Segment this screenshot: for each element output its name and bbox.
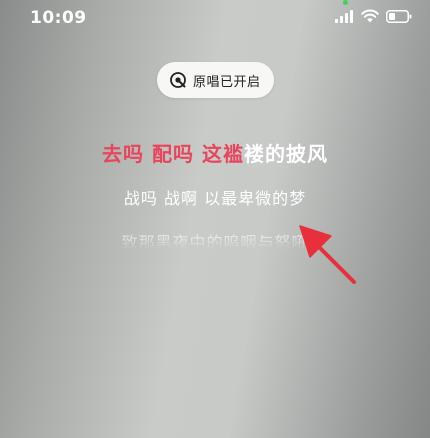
cellular-signal-icon [335,9,353,23]
current-lyric-line: 去吗 配吗 这褴褛的披风 [0,138,430,167]
unsung-lyric-text: 褛的披风 [243,142,328,166]
upcoming-lyric-line: 致那黑夜中的呜咽与怒吼 [121,233,309,252]
status-bar: 10:09 [0,0,430,38]
sung-lyric-text: 去吗 配吗 这褴 [102,142,244,166]
status-time: 10:09 [30,8,87,28]
wifi-icon [361,9,379,23]
original-vocals-toggle[interactable]: 原唱已开启 [157,62,274,98]
next-lyric-line: 战吗 战啊 以最卑微的梦 [123,189,307,208]
active-indicator-dot [343,0,348,5]
status-icons [335,9,412,23]
microphone-icon [170,72,186,88]
original-vocals-label: 原唱已开启 [193,74,261,90]
battery-icon [386,9,412,23]
